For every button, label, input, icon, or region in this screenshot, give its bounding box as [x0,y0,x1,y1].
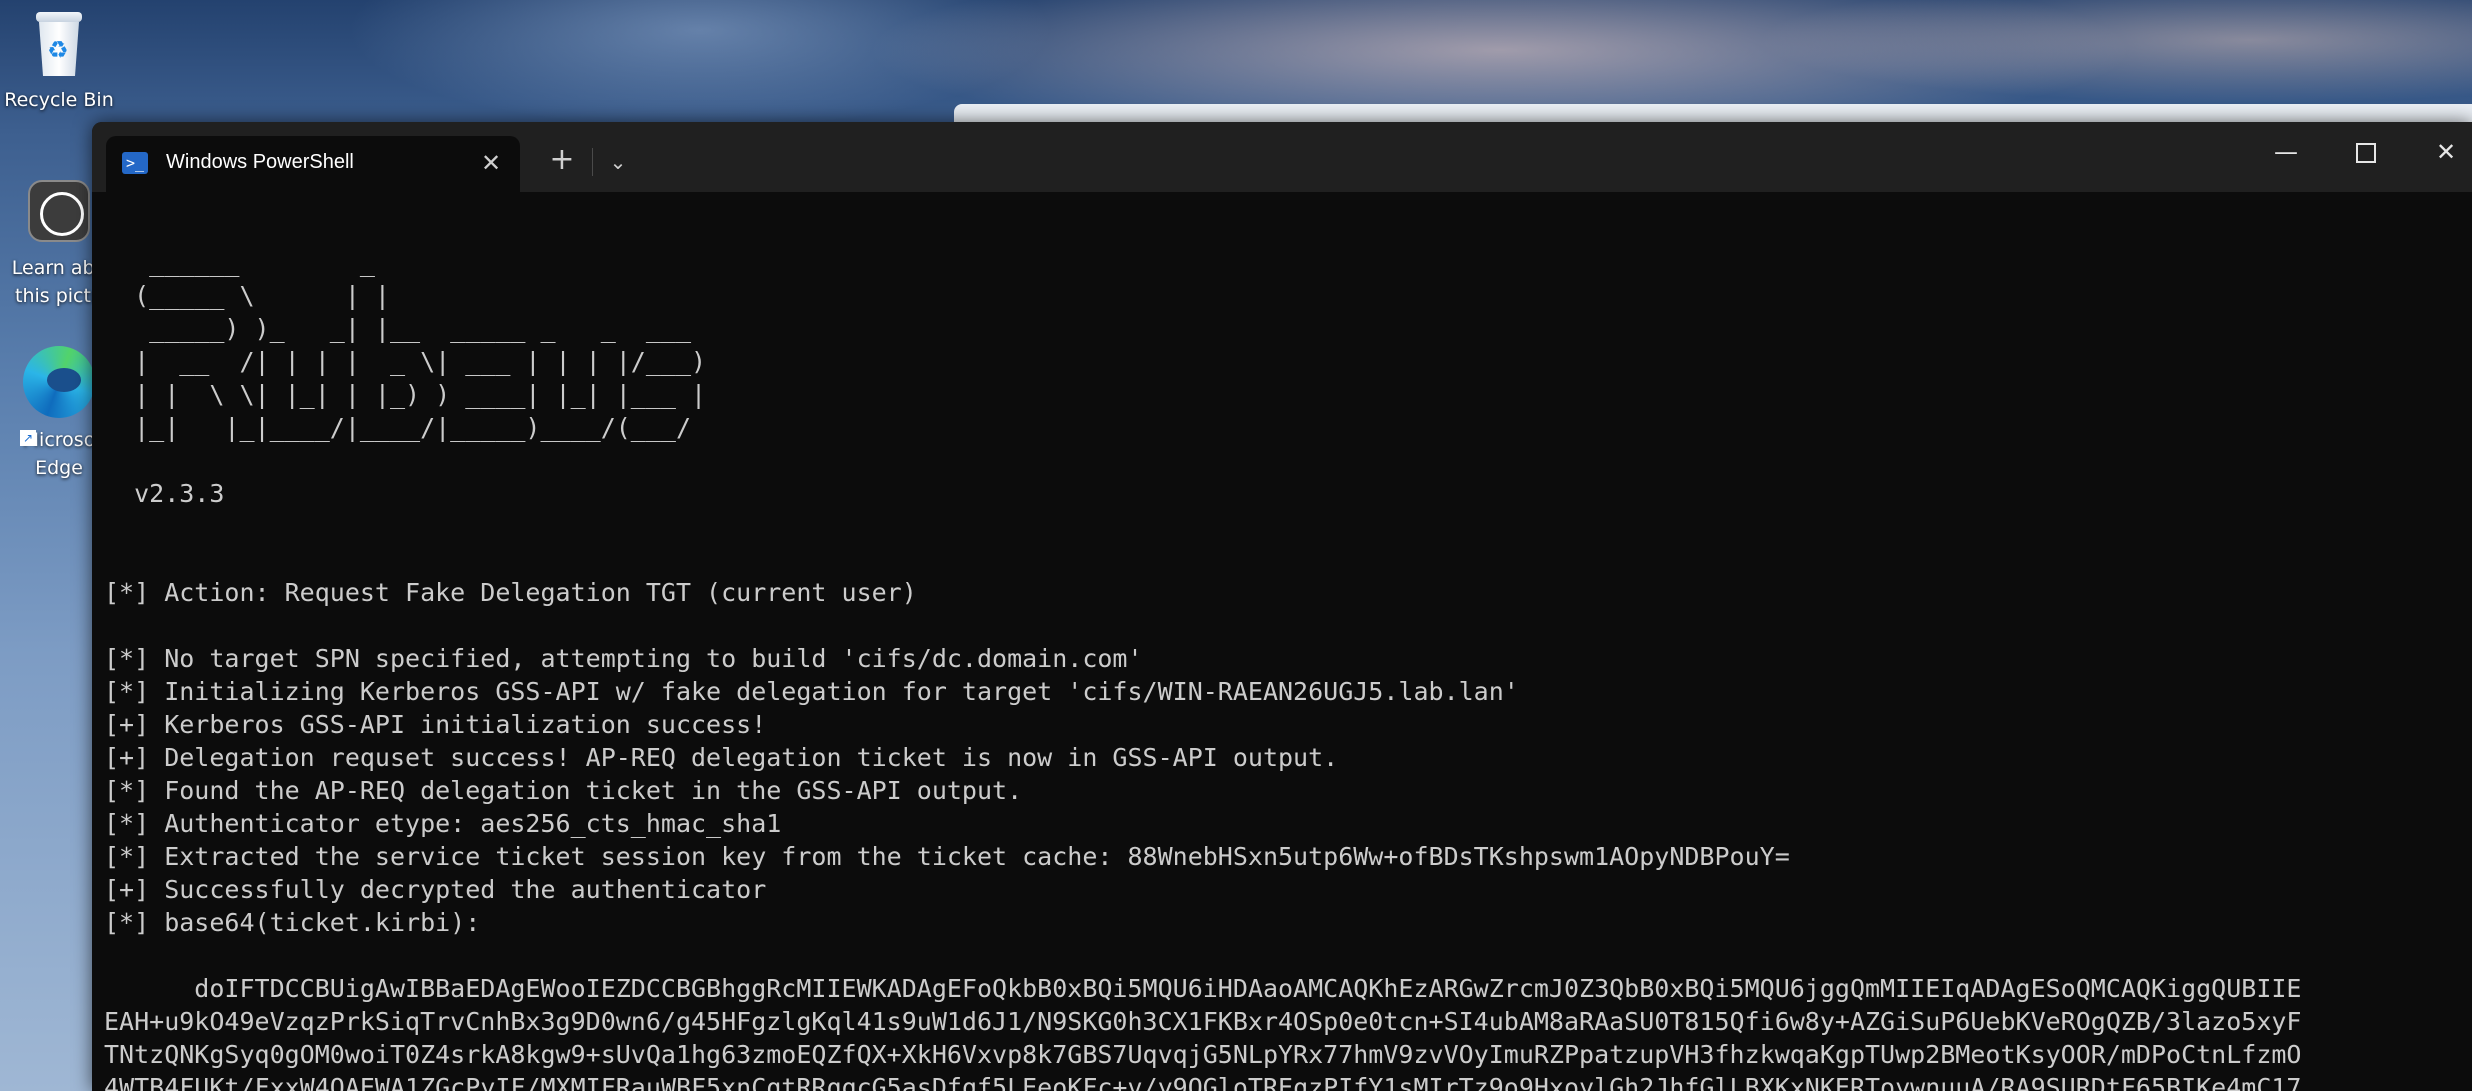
output-line: [*] Found the AP-REQ delegation ticket i… [104,776,1023,805]
desktop-icon-label: Recycle Bin [4,89,114,111]
output-line: [*] Authenticator etype: aes256_cts_hmac… [104,809,782,838]
shortcut-arrow-icon: ↗ [20,430,36,446]
output-line: [+] Delegation requset success! AP-REQ d… [104,743,1339,772]
powershell-icon: >_ [122,152,148,174]
output-line: [*] Initializing Kerberos GSS-API w/ fak… [104,677,1519,706]
banner-line: _____) )_ _| |__ _____ _ _ ___ [104,314,691,343]
maximize-icon[interactable] [2336,132,2396,172]
output-line: [*] No target SPN specified, attempting … [104,644,1143,673]
output-line: [+] Kerberos GSS-API initialization succ… [104,710,767,739]
minimize-icon[interactable]: — [2256,132,2316,172]
close-icon[interactable]: ✕ [2416,132,2472,172]
tab-separator [592,148,593,176]
microsoft-edge-icon [23,346,95,418]
base64-line: EAH+u9kO49eVzqzPrkSiqTrvCnhBx3g9D0wn6/g4… [104,1007,2302,1036]
base64-line: 4WTB4FUKt/FxxW4OAEWA1ZGcPyIF/MXMIFRauWBF… [104,1073,2302,1091]
banner-line: | __ /| | | | _ \| ___ | | | |/___) [104,347,707,376]
learn-about-picture-icon [28,180,90,242]
tab-title: Windows PowerShell [166,151,354,173]
terminal-window[interactable]: >_ Windows PowerShell ✕ + ⌄ — ✕ ______ _… [92,122,2472,1091]
terminal-output[interactable]: ______ _ (_____ \ | | _____) )_ _| |__ _… [104,226,2472,1091]
action-line: [*] Action: Request Fake Delegation TGT … [104,578,917,607]
output-line: [*] base64(ticket.kirbi): [104,908,481,937]
base64-line: doIFTDCCBUigAwIBBaEDAgEWooIEZDCCBGBhggRc… [104,974,2302,1003]
chevron-down-icon[interactable]: ⌄ [600,144,636,180]
desktop-icon-recycle-bin[interactable]: ♻ Recycle Bin [0,0,118,114]
banner-line: | | \ \| |_| | |_) ) ____| |_| |___ | [104,380,707,409]
banner-line: |_| |_|____/|____/|_____)____/(___/ [104,413,691,442]
banner-line: ______ _ [104,248,375,277]
new-tab-button[interactable]: + [544,144,580,180]
output-line: [*] Extracted the service ticket session… [104,842,1790,871]
base64-line: TNtzQNKgSyq0gOM0woiT0Z4srkA8kgw9+sUvQa1h… [104,1040,2302,1069]
title-bar[interactable]: >_ Windows PowerShell ✕ + ⌄ — ✕ [92,122,2472,192]
banner-line: (_____ \ | | [104,281,390,310]
tab-close-icon[interactable]: ✕ [476,148,506,178]
output-line: [+] Successfully decrypted the authentic… [104,875,767,904]
recycle-bin-icon: ♻ [28,8,90,80]
version-line: v2.3.3 [104,479,225,508]
tab-windows-powershell[interactable]: >_ Windows PowerShell ✕ [106,136,520,192]
